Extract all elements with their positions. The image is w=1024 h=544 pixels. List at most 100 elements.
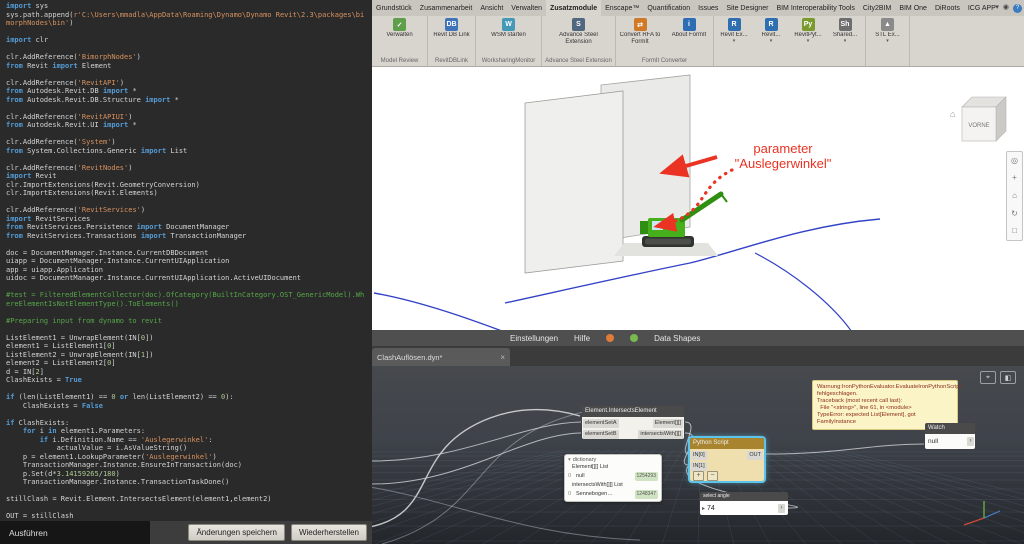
ribbon-panel: ▲ STL Ex... ▾ [866, 16, 910, 66]
steering-wheel-icon[interactable]: ◎ [1011, 156, 1018, 165]
node-title[interactable]: select angle [700, 492, 788, 501]
ribbon-button-revit-db-link[interactable]: DB Revit DB Link [429, 18, 475, 39]
watch-value: null [928, 438, 939, 445]
code-line: from RevitServices.Transactions import T… [6, 231, 247, 240]
ribbon-tab-verwalten[interactable]: Verwalten [507, 0, 546, 16]
code-line: TransactionManager.Instance.TransactionT… [6, 478, 230, 486]
ribbon-button-advance-steel-extension[interactable]: S Advance Steel Extension [556, 18, 602, 45]
notification-icon[interactable] [606, 334, 615, 342]
tab-overflow-icon[interactable]: ▾ [995, 3, 999, 13]
home-icon[interactable]: ⌂ [950, 109, 955, 119]
menu-item-data-shapes[interactable]: Data Shapes [654, 334, 700, 343]
slider-value[interactable]: 74 [707, 505, 778, 512]
python-editor-footer: Ausführen Änderungen speichern Wiederher… [0, 521, 372, 544]
ribbon-button-revit[interactable]: R Revit... ▾ [754, 18, 788, 44]
ribbon-tab-city2bim[interactable]: City2BIM [859, 0, 895, 16]
wall-plane-left[interactable] [524, 90, 624, 274]
output-port-out[interactable]: OUT [747, 450, 763, 460]
ribbon-button-about-formit[interactable]: i About FormIt [666, 18, 712, 39]
node-select-angle-slider[interactable]: select angle ▸ 74 › [700, 492, 788, 515]
input-port-elementseta[interactable]: elementSetA [583, 418, 619, 428]
background-3d-icon[interactable]: ◧ [1000, 371, 1016, 384]
ribbon-panel: W WSM starten WorksharingMonitor [476, 16, 542, 66]
ribbon-button-stl-ex[interactable]: ▲ STL Ex... ▾ [871, 18, 905, 44]
help-icon[interactable]: ? [1013, 3, 1022, 13]
ribbon-tab-grundst-ck[interactable]: Grundstück [372, 0, 416, 16]
node-element-intersects-element[interactable]: Element.IntersectsElement elementSetA Ele… [582, 406, 684, 439]
code-line: d = IN[2] [6, 367, 44, 376]
spline-curve-left[interactable] [373, 292, 510, 331]
ribbon-button-shared[interactable]: Sh Shared... ▾ [828, 18, 862, 44]
node-title[interactable]: Watch [925, 423, 975, 434]
orbit-icon[interactable]: ↻ [1011, 209, 1018, 218]
node-watch[interactable]: Watch null › [925, 423, 975, 449]
data-preview-bubble[interactable]: ▾ dictionary Element[][] List 0 null 1254293… [564, 454, 662, 502]
ribbon-tab-site-designer[interactable]: Site Designer [722, 0, 772, 16]
output-port-intersectswith[interactable]: intersectsWith[][] [638, 429, 683, 439]
node-title[interactable]: Element.IntersectsElement [582, 406, 684, 417]
viewcube-front-label[interactable]: VORNE [968, 123, 989, 129]
menu-item-hilfe[interactable]: Hilfe [574, 334, 590, 343]
ribbon-button-wsm-starten[interactable]: W WSM starten [486, 18, 532, 39]
output-port-element[interactable]: Element[][] [652, 418, 683, 428]
revert-button[interactable]: Wiederherstellen [290, 524, 367, 541]
close-tab-icon[interactable]: × [500, 353, 505, 362]
view-cube[interactable]: ⌂ VORNE [950, 96, 1007, 142]
about-info-icon: i [682, 18, 696, 31]
expand-caret-icon[interactable]: ▸ [702, 505, 705, 512]
ribbon-button-revitpyt[interactable]: Py RevitPyt... ▾ [791, 18, 825, 44]
code-line: import RevitServices [6, 214, 91, 223]
code-line: ClashExists = False [6, 401, 103, 410]
input-port-in-1[interactable]: IN[1] [691, 461, 707, 471]
zoom-window-icon[interactable]: □ [1012, 227, 1017, 235]
output-port[interactable]: › [967, 437, 974, 446]
input-port-elementsetb[interactable]: elementSetB [583, 429, 619, 439]
node-python-script[interactable]: Python Script IN[0] OUT IN[1] + − [690, 438, 764, 481]
preview-row: Element[][] List [572, 464, 609, 470]
output-port[interactable]: › [778, 503, 785, 513]
ribbon-tab-bim-one[interactable]: BIM One [895, 0, 931, 16]
ribbon-tab-diroots[interactable]: DiRoots [931, 0, 964, 16]
ribbon-tab-quantification[interactable]: Quantification [643, 0, 694, 16]
remove-input-button[interactable]: − [707, 471, 718, 481]
input-port-in-0[interactable]: IN[0] [691, 450, 707, 460]
ribbon-button-revit-ex[interactable]: R Revit Ex... ▾ [717, 18, 751, 44]
ribbon-tab-ansicht[interactable]: Ansicht [476, 0, 507, 16]
ribbon-panel: R Revit Ex... ▾ R Revit... ▾ Py RevitPyt... ▾ Sh S… [714, 16, 866, 66]
code-area[interactable]: import sys sys.path.append(r'C:\Users\mma… [6, 2, 368, 521]
excavator-stick [720, 193, 728, 203]
save-changes-button[interactable]: Änderungen speichern [188, 524, 285, 541]
revit-3d-view[interactable]: parameter "Auslegerwinkel" ⌂ VORNE ◎ + ⌂ ↻ □ [372, 66, 1024, 331]
run-button[interactable]: Ausführen [9, 528, 48, 538]
export-image-icon[interactable]: ⌖ [980, 371, 996, 384]
pan-icon[interactable]: + [1012, 174, 1017, 182]
dynamo-canvas[interactable]: Element.IntersectsElement elementSetA Ele… [372, 366, 1024, 544]
navigation-bar[interactable]: ◎ + ⌂ ↻ □ [1006, 151, 1023, 241]
workspace-tab[interactable]: ClashAuflösen.dyn* × [372, 348, 510, 366]
ribbon-button-convert-rfa-to-formit[interactable]: ⇄ Convert RFA to FormIt [617, 18, 663, 45]
ribbon-tab-zusatzmodule[interactable]: Zusatzmodule [546, 0, 602, 16]
code-line: if i.Definition.Name == 'Auslegerwinkel'… [39, 435, 213, 444]
ribbon-tab-zusammenarbeit[interactable]: Zusammenarbeit [416, 0, 477, 16]
code-line: app = uiapp.Application [6, 265, 103, 274]
ribbon-button-verwalten[interactable]: ✓ Verwalten [377, 18, 423, 39]
wire[interactable] [372, 432, 582, 485]
ribbon-tab-enscape[interactable]: Enscape™ [601, 0, 643, 16]
menu-item-einstellungen[interactable]: Einstellungen [510, 334, 558, 343]
annotation-text-line1: parameter [753, 141, 813, 156]
node-title[interactable]: Python Script [690, 438, 764, 449]
spline-curve-right[interactable] [754, 252, 852, 331]
info-center-icon[interactable]: ◉ [1003, 3, 1009, 13]
ribbon-tab-bim-interoperability-tools[interactable]: BIM Interoperability Tools [772, 0, 858, 16]
ribbon-tab-issues[interactable]: Issues [694, 0, 722, 16]
revit-ribbon: Grundstück Zusammenarbeit Ansicht Verwalten… [372, 0, 1024, 66]
python-script-editor[interactable]: import sys sys.path.append(r'C:\Users\mma… [0, 0, 372, 521]
sync-status-icon[interactable] [630, 334, 639, 342]
code-line: if ClashExists: [6, 418, 70, 427]
ribbon-panel: DB Revit DB Link RevitDBLink [428, 16, 476, 66]
home-icon[interactable]: ⌂ [1012, 191, 1017, 200]
wire[interactable] [372, 421, 582, 462]
node-body: elementSetA Element[][] elementSetB interse… [582, 417, 684, 439]
collapse-caret-icon[interactable]: ▾ [568, 457, 571, 463]
add-input-button[interactable]: + [693, 471, 704, 481]
